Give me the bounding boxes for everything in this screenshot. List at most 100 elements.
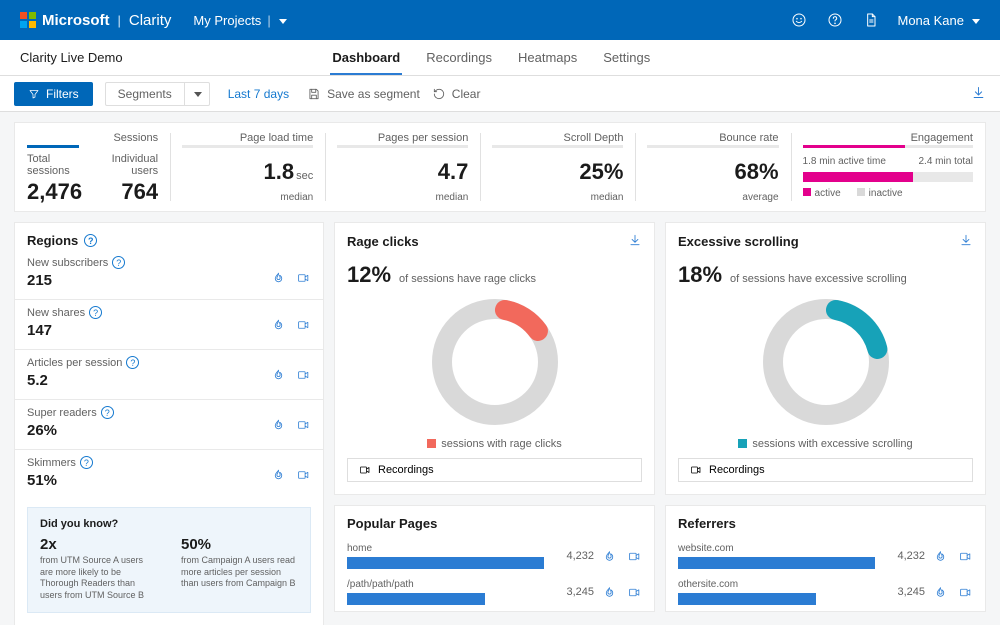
rage-clicks-card: Rage clicks 12% of sessions have rage cl… (334, 222, 655, 495)
flame-icon[interactable] (271, 367, 286, 382)
scroll-legend: sessions with excessive scrolling (752, 438, 912, 450)
popular-row: /path/path/path 3,245 (335, 575, 654, 611)
info-icon[interactable]: ? (112, 256, 125, 269)
kpi-total-sessions-label: Total sessions (27, 153, 82, 177)
popular-pages-card: Popular Pages home 4,232 /path/path/path (334, 505, 655, 612)
date-range-chip[interactable]: Last 7 days (222, 85, 295, 103)
clear-button[interactable]: Clear (432, 87, 481, 101)
video-icon[interactable] (296, 270, 311, 285)
kpi-pages-per-session: Pages per session 4.7 median (325, 123, 480, 211)
chevron-down-icon (277, 13, 287, 28)
video-icon[interactable] (627, 549, 642, 564)
info-icon[interactable]: ? (101, 406, 114, 419)
rage-recordings-button[interactable]: Recordings (347, 458, 642, 482)
flame-icon[interactable] (602, 549, 617, 564)
rage-sub: of sessions have rage clicks (399, 273, 536, 285)
download-icon[interactable] (628, 233, 642, 250)
referrer-value: 4,232 (883, 550, 925, 562)
video-icon[interactable] (296, 317, 311, 332)
tab-settings[interactable]: Settings (601, 41, 652, 75)
region-value: 215 (27, 272, 311, 289)
video-icon[interactable] (627, 585, 642, 600)
flame-icon[interactable] (602, 585, 617, 600)
rage-donut (335, 288, 654, 436)
referrer-name: website.com (678, 543, 875, 554)
scroll-card: Excessive scrolling 18% of sessions have… (665, 222, 986, 495)
kpi-bounce-sub: average (647, 192, 778, 203)
popular-name: home (347, 543, 544, 554)
flame-icon[interactable] (933, 585, 948, 600)
flame-icon[interactable] (271, 270, 286, 285)
tab-recordings[interactable]: Recordings (424, 41, 494, 75)
download-icon[interactable] (971, 85, 986, 103)
video-icon[interactable] (958, 549, 973, 564)
info-icon[interactable]: ? (80, 456, 93, 469)
tab-heatmaps[interactable]: Heatmaps (516, 41, 579, 75)
regions-list: New subscribers? 215 New shares? 147 (15, 256, 323, 499)
rage-title: Rage clicks (347, 234, 419, 249)
download-icon[interactable] (959, 233, 973, 250)
rage-pct: 12% (347, 262, 391, 288)
popular-value: 4,232 (552, 550, 594, 562)
projects-dropdown[interactable]: My Projects | (193, 13, 286, 28)
divider-small: | (267, 13, 270, 28)
region-row: New subscribers? 215 (15, 256, 323, 299)
chevron-down-icon (184, 83, 209, 105)
region-label: New shares (27, 307, 85, 319)
info-icon[interactable]: ? (84, 234, 97, 247)
brand-clarity: Clarity (129, 12, 172, 29)
filters-button[interactable]: Filters (14, 82, 93, 106)
topbar: Microsoft | Clarity My Projects | Mona K… (0, 0, 1000, 40)
flame-icon[interactable] (271, 467, 286, 482)
video-icon[interactable] (958, 585, 973, 600)
flame-icon[interactable] (271, 317, 286, 332)
kpi-bounce-rate: Bounce rate 68% average (635, 123, 790, 211)
engagement-active-label: 1.8 min active time (803, 156, 886, 167)
filters-label: Filters (46, 87, 79, 101)
kpi-scroll-depth: Scroll Depth 25% median (480, 123, 635, 211)
clear-label: Clear (452, 87, 481, 101)
save-segment-button[interactable]: Save as segment (307, 87, 420, 101)
flame-icon[interactable] (933, 549, 948, 564)
dyk-a-text: from UTM Source A users are more likely … (40, 555, 157, 602)
info-icon[interactable]: ? (89, 306, 102, 319)
legend-active: active (803, 188, 841, 199)
subheader: Clarity Live Demo Dashboard Recordings H… (0, 40, 1000, 76)
scroll-sub: of sessions have excessive scrolling (730, 273, 907, 285)
document-icon[interactable] (862, 11, 880, 29)
help-icon[interactable] (826, 11, 844, 29)
referrers-row: website.com 4,232 (666, 539, 985, 575)
user-menu[interactable]: Mona Kane (898, 13, 981, 28)
segments-dropdown[interactable]: Segments (105, 82, 210, 106)
info-icon[interactable]: ? (126, 356, 139, 369)
popular-value: 3,245 (552, 586, 594, 598)
flame-icon[interactable] (271, 417, 286, 432)
kpi-page-load-sub: median (182, 192, 313, 203)
dyk-b-num: 50% (181, 536, 298, 553)
segments-label: Segments (106, 87, 184, 101)
brand-ms: Microsoft (42, 12, 110, 29)
kpi-page-load: Page load time 1.8sec median (170, 123, 325, 211)
project-title: Clarity Live Demo (20, 50, 123, 65)
projects-label: My Projects (193, 13, 261, 28)
scroll-recordings-button[interactable]: Recordings (678, 458, 973, 482)
video-icon[interactable] (296, 417, 311, 432)
video-icon[interactable] (296, 367, 311, 382)
tab-dashboard[interactable]: Dashboard (330, 41, 402, 75)
popular-title: Popular Pages (347, 516, 437, 531)
kpi-sessions: Sessions Total sessions 2,476 Individual… (15, 123, 170, 211)
kpi-scroll-sub: median (492, 192, 623, 203)
region-value: 51% (27, 472, 311, 489)
popular-row: home 4,232 (335, 539, 654, 575)
lower-grid: Regions ? New subscribers? 215 New share… (14, 222, 986, 615)
region-value: 147 (27, 322, 311, 339)
referrers-row: othersite.com 3,245 (666, 575, 985, 611)
kpi-users-value: 764 (100, 179, 158, 205)
feedback-icon[interactable] (790, 11, 808, 29)
brand-divider: | (118, 13, 121, 28)
kpi-scroll-title: Scroll Depth (492, 132, 623, 144)
kpi-engagement-title: Engagement (803, 132, 973, 144)
region-row: New shares? 147 (15, 299, 323, 349)
kpi-users-label: Individual users (100, 153, 158, 177)
video-icon[interactable] (296, 467, 311, 482)
